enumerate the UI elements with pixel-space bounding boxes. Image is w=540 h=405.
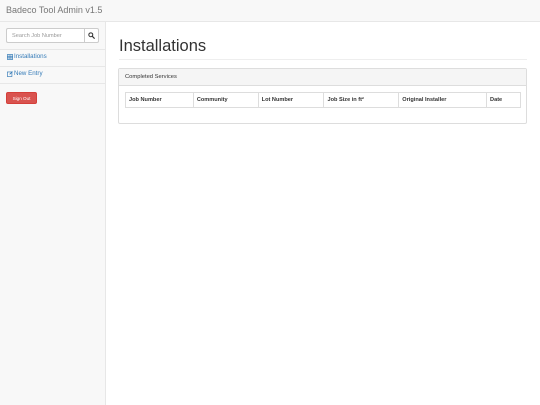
table-header-row: Job Number Community Lot Number Job Size… — [125, 92, 521, 108]
sidebar-divider — [0, 49, 105, 50]
edit-icon — [7, 70, 13, 77]
table-icon — [7, 53, 13, 60]
sidebar-item-installations[interactable]: Installations — [7, 53, 47, 60]
sidebar-item-label: Installations — [14, 53, 47, 60]
sidebar-divider — [0, 66, 105, 67]
sidebar-item-new-entry[interactable]: New Entry — [7, 70, 43, 77]
column-header-job-size: Job Size in ft² — [323, 92, 400, 108]
sign-out-button[interactable]: Sign Out — [6, 92, 37, 104]
column-header-date: Date — [486, 92, 521, 108]
column-header-community: Community — [192, 92, 259, 108]
app-title[interactable]: Badeco Tool Admin v1.5 — [6, 5, 102, 15]
search-group — [6, 28, 99, 43]
column-header-lot-number: Lot Number — [257, 92, 325, 108]
sidebar-divider — [0, 83, 105, 84]
top-navbar: Badeco Tool Admin v1.5 — [0, 0, 540, 22]
services-table: Job Number Community Lot Number Job Size… — [125, 92, 521, 108]
sidebar: Installations New Entry Sign Out — [0, 22, 106, 405]
column-header-job-number: Job Number — [125, 92, 194, 108]
search-input[interactable] — [6, 28, 84, 43]
title-divider — [119, 59, 527, 60]
search-button[interactable] — [84, 28, 99, 43]
column-header-original-installer: Original Installer — [398, 92, 488, 108]
sidebar-item-label: New Entry — [14, 70, 43, 77]
panel-heading: Completed Services — [119, 69, 526, 86]
search-icon — [88, 32, 95, 39]
page-title: Installations — [119, 37, 207, 55]
completed-services-panel: Completed Services Job Number Community … — [118, 68, 527, 124]
